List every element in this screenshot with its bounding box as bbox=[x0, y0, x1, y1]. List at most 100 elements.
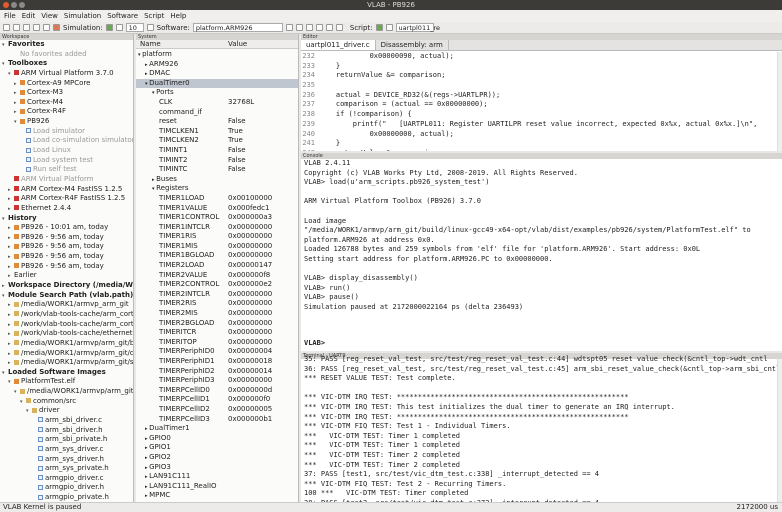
step-into-icon[interactable] bbox=[295, 24, 303, 31]
terminal-icon[interactable] bbox=[33, 24, 40, 31]
workspace-tree-item[interactable]: ▾ common/src bbox=[0, 397, 133, 407]
value-column-header[interactable]: Value bbox=[228, 40, 247, 49]
system-tree-row[interactable]: ▸ GPIO0 bbox=[136, 434, 298, 444]
save-icon[interactable] bbox=[23, 24, 30, 31]
system-tree-row[interactable]: TIMER1RIS 0x00000000 bbox=[136, 232, 298, 242]
breakpoint-icon[interactable] bbox=[325, 24, 333, 31]
system-tree-row[interactable]: TIMINT1 False bbox=[136, 146, 298, 156]
menu-item-help[interactable]: Help bbox=[170, 10, 186, 22]
workspace-tree-item[interactable]: Run self test bbox=[0, 165, 133, 175]
workspace-tree-item[interactable]: arm_sys_driver.h bbox=[0, 455, 133, 465]
workspace-tree-item[interactable]: Load co-simulation simulator bbox=[0, 136, 133, 146]
workspace-tree-item[interactable]: Load Linux bbox=[0, 146, 133, 156]
code-view[interactable]: 232 0x00000090, actual); 233 } 234 returnV… bbox=[301, 52, 782, 151]
workspace-tree-item[interactable]: ▾ Favorites bbox=[0, 40, 133, 50]
menu-item-simulation[interactable]: Simulation bbox=[64, 10, 101, 22]
workspace-tree-item[interactable]: arm_sbi_private.h bbox=[0, 435, 133, 445]
workspace-tree-item[interactable]: ▸Workspace Directory (/media/WORK1 bbox=[0, 281, 133, 291]
system-tree-row[interactable]: TIMER1LOAD 0x00100000 bbox=[136, 194, 298, 204]
menu-item-software[interactable]: Software bbox=[107, 10, 138, 22]
workspace-tree-item[interactable]: ▸/work/vlab-tools-cache/arm_cortex_ bbox=[0, 320, 133, 330]
restart-icon[interactable] bbox=[335, 24, 343, 31]
system-tree-row[interactable]: ▸ DMAC bbox=[136, 69, 298, 79]
workspace-tree-item[interactable]: ▸/media/WORK1/armvp/arm_git/dev bbox=[0, 349, 133, 359]
workspace-tree-item[interactable]: ▸ PB926 - 9:56 am, today bbox=[0, 242, 133, 252]
menu-item-file[interactable]: File bbox=[4, 10, 16, 22]
workspace-tree-item[interactable]: ▾ Loaded Software Images bbox=[0, 368, 133, 378]
workspace-tree-item[interactable]: ▾ PlatformTest.elf bbox=[0, 377, 133, 387]
system-tree-row[interactable]: ▸ ARM926 bbox=[136, 60, 298, 70]
workspace-tree-item[interactable]: ▸/media/WORK1/armvp/arm_git/scri bbox=[0, 358, 133, 368]
editor-scrollbar[interactable] bbox=[777, 52, 782, 151]
step-icon[interactable] bbox=[115, 24, 123, 31]
pause-icon[interactable] bbox=[146, 24, 154, 31]
workspace-tree-item[interactable]: arm_sys_driver.c bbox=[0, 445, 133, 455]
system-tree-row[interactable]: ▸ GPIO1 bbox=[136, 443, 298, 453]
workspace-tree-item[interactable]: armgpio_driver.h bbox=[0, 483, 133, 493]
system-tree-row[interactable]: ▸ Buses bbox=[136, 175, 298, 185]
stop-icon[interactable] bbox=[43, 24, 50, 31]
system-tree-row[interactable]: ▾ Ports bbox=[136, 88, 298, 98]
workspace-tree-item[interactable]: ▸ ARM Cortex-M4 FastISS 1.2.5 bbox=[0, 185, 133, 195]
terminal-scrollbar[interactable] bbox=[777, 359, 782, 502]
console-prompt[interactable]: VLAB> bbox=[304, 339, 325, 349]
name-column-header[interactable]: Name bbox=[140, 40, 161, 49]
system-tree-row[interactable]: TIMER2BGLOAD 0x00000000 bbox=[136, 319, 298, 329]
maximize-window-button[interactable] bbox=[19, 2, 25, 8]
workspace-tree-item[interactable]: ▸ Ethernet 2.4.4 bbox=[0, 204, 133, 214]
workspace-tree-item[interactable]: ▾ driver bbox=[0, 406, 133, 416]
system-tree-row[interactable]: ▸ GPIO3 bbox=[136, 463, 298, 473]
system-tree-row[interactable]: TIMER1CONTROL 0x000000a3 bbox=[136, 213, 298, 223]
workspace-tree-item[interactable]: ▸ ARM Cortex-R4F FastISS 1.2.5 bbox=[0, 194, 133, 204]
workspace-tree-item[interactable]: ▸/media/WORK1/armvp_arm_git bbox=[0, 300, 133, 310]
system-tree-row[interactable]: TIMERITCR 0x00000000 bbox=[136, 328, 298, 338]
workspace-tree-item[interactable]: Load simulator bbox=[0, 127, 133, 137]
workspace-tree-item[interactable]: ▾ Toolboxes bbox=[0, 59, 133, 69]
close-window-button[interactable] bbox=[3, 2, 9, 8]
menu-item-script[interactable]: Script bbox=[144, 10, 164, 22]
workspace-tree-item[interactable]: ▸ PB926 - 9:56 am, today bbox=[0, 233, 133, 243]
run-script-icon[interactable] bbox=[375, 24, 383, 31]
workspace-tree-item[interactable]: arm_sbi_driver.c bbox=[0, 416, 133, 426]
workspace-tree-item[interactable]: ▸ PB926 - 9:56 am, today bbox=[0, 262, 133, 272]
minimize-window-button[interactable] bbox=[11, 2, 17, 8]
record-icon[interactable] bbox=[53, 24, 60, 31]
workspace-tree-item[interactable]: ▸/work/vlab-tools-cache/ethernet-2.4 bbox=[0, 329, 133, 339]
system-tree-row[interactable]: TIMER2CONTROL 0x000000e2 bbox=[136, 280, 298, 290]
workspace-tree-item[interactable]: ▾ ARM Virtual Platform 3.7.0 bbox=[0, 69, 133, 79]
step-over-icon[interactable] bbox=[305, 24, 313, 31]
run-icon[interactable] bbox=[105, 24, 113, 31]
workspace-tree-item[interactable]: Load system test bbox=[0, 156, 133, 166]
system-tree-row[interactable]: TIMINTC False bbox=[136, 165, 298, 175]
system-tree-row[interactable]: TIMERPCellID0 0x0000000d bbox=[136, 386, 298, 396]
system-tree-row[interactable]: TIMER2INTCLR 0x00000000 bbox=[136, 290, 298, 300]
workspace-tree-item[interactable]: No favorites added bbox=[0, 50, 133, 60]
software-select[interactable]: platform.ARM926 bbox=[192, 23, 283, 32]
workspace-tree-item[interactable]: ▾ History bbox=[0, 214, 133, 224]
editor-tab[interactable]: Disassembly: arm bbox=[376, 40, 449, 50]
system-tree-row[interactable]: TIMER1INTCLR 0x00000000 bbox=[136, 223, 298, 233]
system-tree-row[interactable]: TIMCLKEN1 True bbox=[136, 127, 298, 137]
workspace-tree-item[interactable]: ▾/media/WORK1/armvp/arm_git/bu bbox=[0, 387, 133, 397]
workspace-tree-item[interactable]: ▾ Module Search Path (vlab.path) bbox=[0, 291, 133, 301]
system-tree-row[interactable]: TIMER2LOAD 0x00000147 bbox=[136, 261, 298, 271]
system-tree-row[interactable]: TIMER2RIS 0x00000000 bbox=[136, 299, 298, 309]
system-tree-row[interactable]: TIMER1BGLOAD 0x00000000 bbox=[136, 251, 298, 261]
workspace-tree-item[interactable]: ▸ Cortex-M3 bbox=[0, 88, 133, 98]
system-tree-row[interactable]: ▾ DualTimer0 bbox=[136, 78, 298, 89]
menu-item-edit[interactable]: Edit bbox=[22, 10, 36, 22]
system-tree-row[interactable]: TIMERPCellID2 0x00000005 bbox=[136, 405, 298, 415]
new-file-icon[interactable] bbox=[3, 24, 10, 31]
system-tree-row[interactable]: TIMERPCellID1 0x000000f0 bbox=[136, 395, 298, 405]
workspace-tree-item[interactable]: ▸ PB926 - 9:56 am, today bbox=[0, 252, 133, 262]
system-tree-row[interactable]: CLK 32768L bbox=[136, 98, 298, 108]
menu-item-view[interactable]: View bbox=[41, 10, 58, 22]
system-tree-row[interactable]: ▾ Registers bbox=[136, 184, 298, 194]
system-tree-row[interactable]: TIMINT2 False bbox=[136, 156, 298, 166]
system-tree-row[interactable]: ▸ MPMC bbox=[136, 491, 298, 501]
system-tree-row[interactable]: TIMER2VALUE 0x000000f8 bbox=[136, 271, 298, 281]
system-tree-row[interactable]: reset False bbox=[136, 117, 298, 127]
browse-script-icon[interactable] bbox=[385, 24, 393, 31]
workspace-tree-item[interactable]: ARM Virtual Platform bbox=[0, 175, 133, 185]
system-tree-row[interactable]: TIMERPCellID3 0x000000b1 bbox=[136, 415, 298, 425]
